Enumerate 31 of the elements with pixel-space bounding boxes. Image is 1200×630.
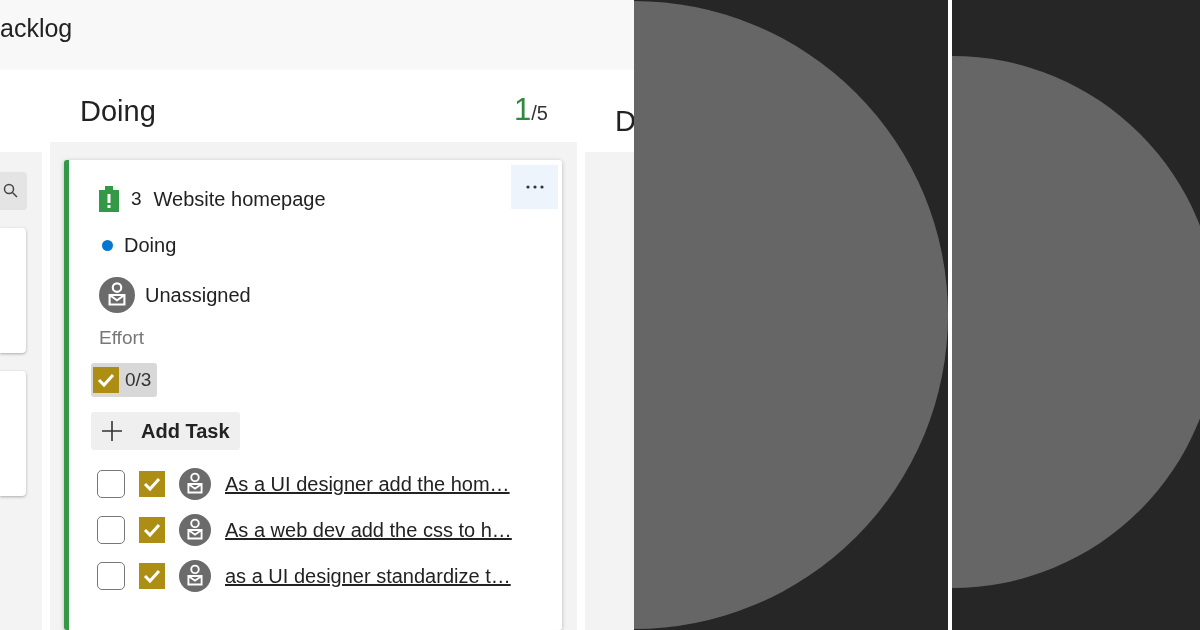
clipboard-icon bbox=[99, 186, 119, 212]
page-title: acklog bbox=[0, 13, 73, 43]
avatar-icon bbox=[99, 277, 135, 313]
task-summary[interactable]: 0/3 bbox=[91, 363, 158, 397]
state-label[interactable]: Doing bbox=[124, 233, 177, 257]
assignee-label[interactable]: Unassigned bbox=[145, 283, 251, 307]
avatar-icon bbox=[179, 560, 211, 592]
avatar-icon bbox=[179, 514, 211, 546]
state-dot bbox=[102, 239, 113, 251]
task-icon bbox=[139, 471, 165, 497]
task-icon bbox=[139, 517, 165, 543]
plus-icon bbox=[101, 420, 123, 442]
avatar-icon bbox=[179, 468, 211, 500]
checkbox[interactable] bbox=[97, 470, 125, 498]
field-label: Effort bbox=[99, 327, 146, 349]
search-button[interactable] bbox=[0, 172, 27, 210]
add-task-button[interactable]: Add Task bbox=[91, 412, 240, 450]
ellipsis-icon bbox=[525, 185, 544, 189]
wip-count: 1/5 bbox=[514, 92, 548, 128]
task-link[interactable]: As a web dev add the css to h… bbox=[225, 518, 512, 542]
task-icon bbox=[93, 367, 119, 393]
card-title[interactable]: Website homepage bbox=[153, 187, 326, 211]
checkbox[interactable] bbox=[97, 562, 125, 590]
search-icon bbox=[3, 183, 19, 199]
task-link[interactable]: as a UI designer standardize t… bbox=[225, 564, 511, 588]
checkbox[interactable] bbox=[97, 516, 125, 544]
task-link[interactable]: As a UI designer add the hom… bbox=[225, 472, 510, 496]
task-icon bbox=[139, 563, 165, 589]
column-title: Doing bbox=[80, 94, 156, 128]
column-title: D bbox=[615, 104, 634, 138]
work-item-id: 3 bbox=[131, 188, 142, 210]
